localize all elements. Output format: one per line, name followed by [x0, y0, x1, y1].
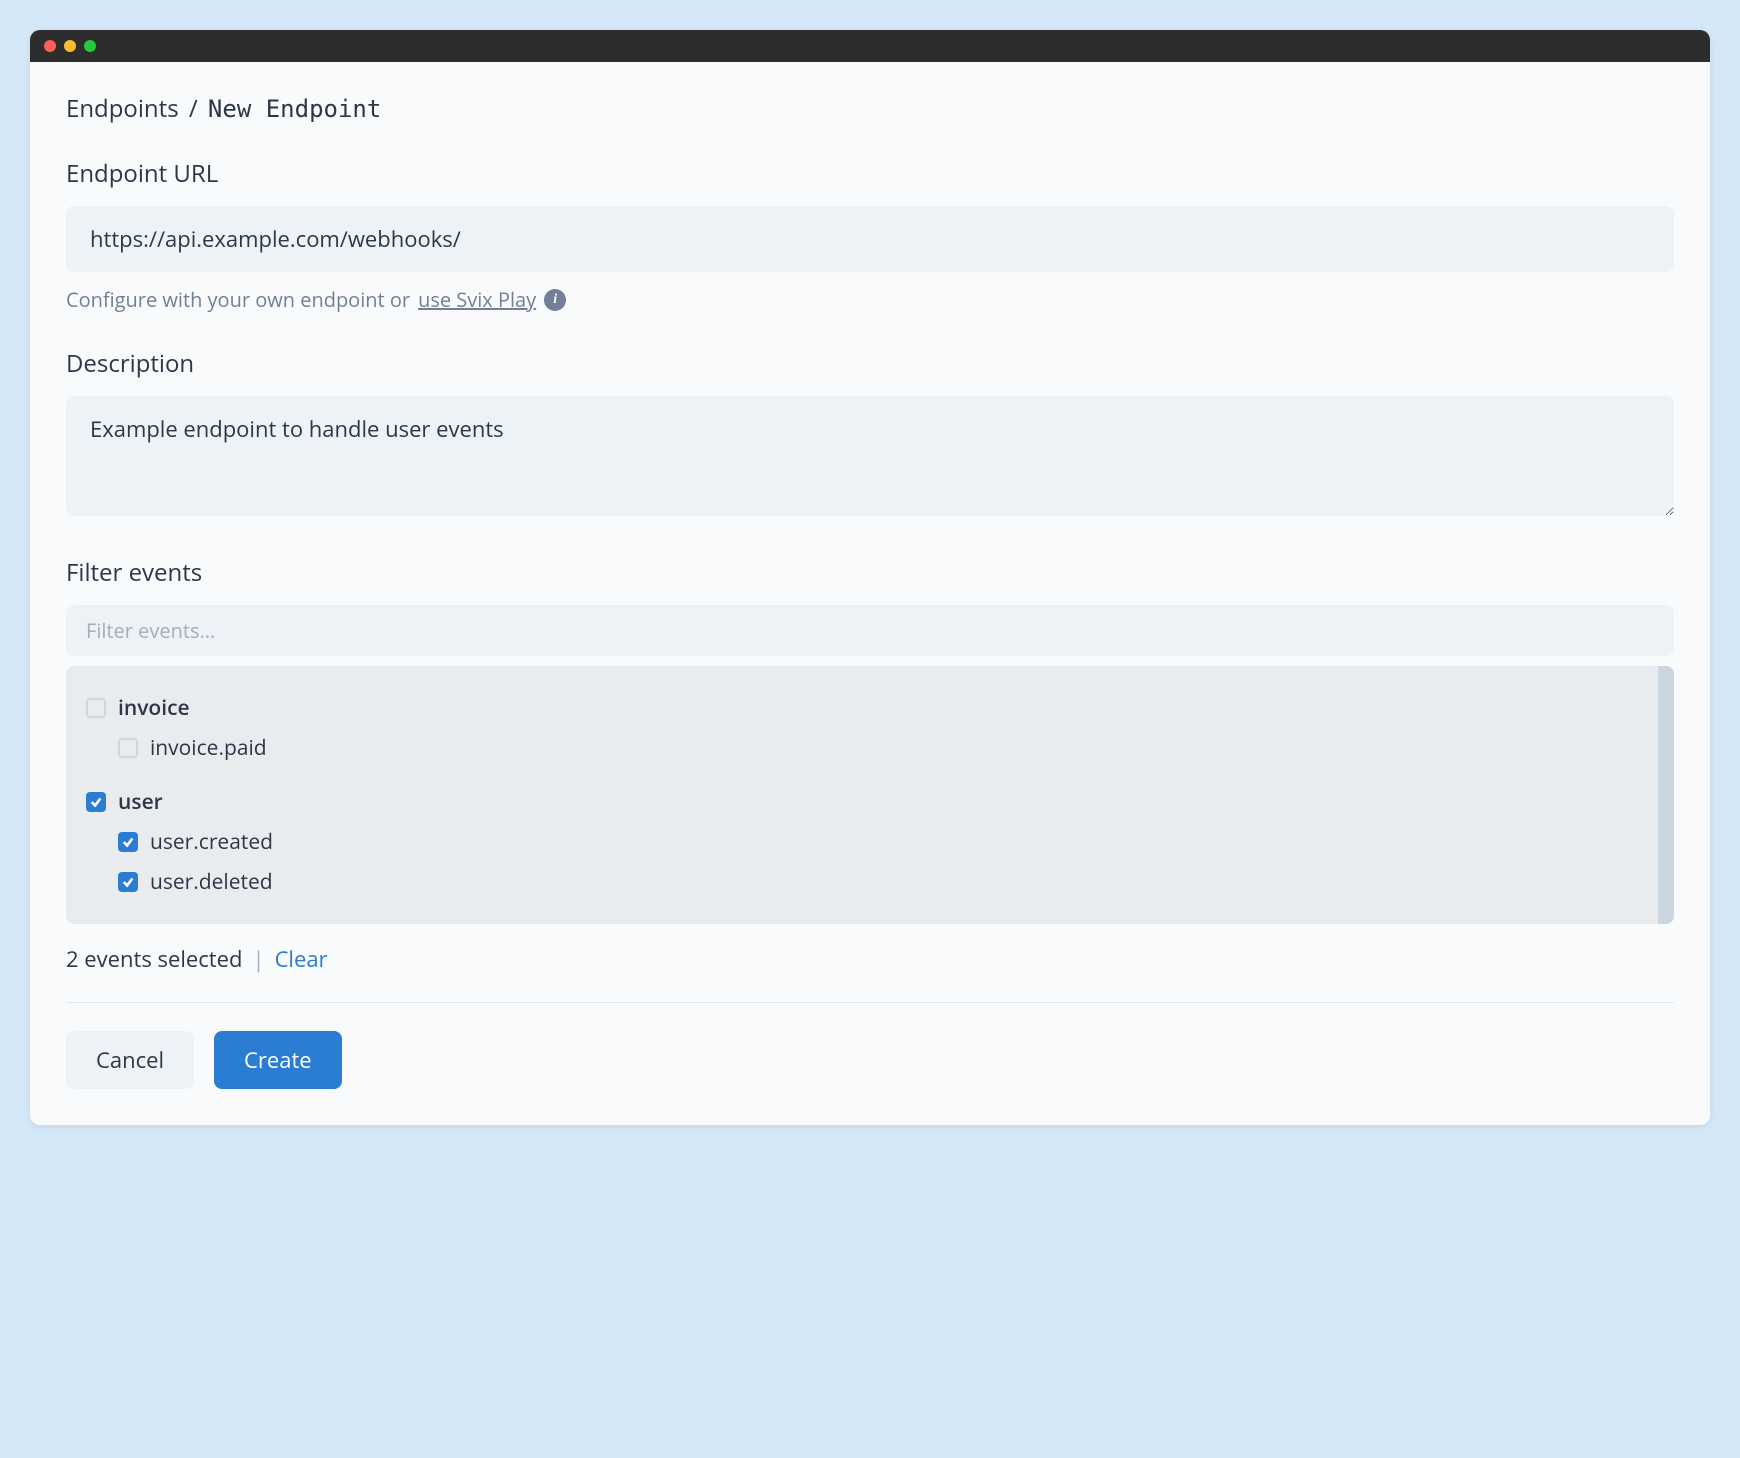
help-text-prefix: Configure with your own endpoint or	[66, 286, 410, 313]
endpoint-url-help: Configure with your own endpoint or use …	[66, 286, 1674, 313]
event-child-invoice-paid[interactable]: invoice.paid	[86, 728, 1654, 768]
checkbox-invoice[interactable]	[86, 698, 106, 718]
description-textarea[interactable]	[66, 396, 1674, 516]
endpoint-url-input[interactable]	[66, 206, 1674, 272]
svix-play-link[interactable]: use Svix Play	[418, 286, 536, 313]
event-label: invoice	[118, 694, 190, 722]
checkbox-user-deleted[interactable]	[118, 872, 138, 892]
event-label: user	[118, 788, 163, 816]
checkbox-invoice-paid[interactable]	[118, 738, 138, 758]
description-label: Description	[66, 347, 1674, 380]
event-label: user.deleted	[150, 868, 273, 896]
event-group-invoice: invoice invoice.paid	[86, 688, 1654, 768]
description-section: Description	[66, 347, 1674, 522]
divider	[66, 1002, 1674, 1003]
events-summary-row: 2 events selected | Clear	[66, 944, 1674, 974]
event-label: user.created	[150, 828, 273, 856]
filter-events-section: Filter events invoice invoice.paid	[66, 556, 1674, 974]
event-parent-invoice[interactable]: invoice	[86, 688, 1654, 728]
checkbox-user-created[interactable]	[118, 832, 138, 852]
event-child-user-created[interactable]: user.created	[86, 822, 1654, 862]
page-content: Endpoints / New Endpoint Endpoint URL Co…	[30, 62, 1710, 1125]
event-parent-user[interactable]: user	[86, 782, 1654, 822]
endpoint-url-section: Endpoint URL Configure with your own end…	[66, 157, 1674, 313]
breadcrumb: Endpoints / New Endpoint	[66, 92, 1674, 125]
cancel-button[interactable]: Cancel	[66, 1031, 194, 1089]
window-close-icon[interactable]	[44, 40, 56, 52]
event-child-user-deleted[interactable]: user.deleted	[86, 862, 1654, 902]
checkbox-user[interactable]	[86, 792, 106, 812]
endpoint-url-label: Endpoint URL	[66, 157, 1674, 190]
app-window: Endpoints / New Endpoint Endpoint URL Co…	[30, 30, 1710, 1125]
breadcrumb-separator: /	[189, 92, 198, 125]
window-minimize-icon[interactable]	[64, 40, 76, 52]
filter-events-input[interactable]	[66, 605, 1674, 656]
window-maximize-icon[interactable]	[84, 40, 96, 52]
filter-events-label: Filter events	[66, 556, 1674, 589]
event-label: invoice.paid	[150, 734, 267, 762]
breadcrumb-current: New Endpoint	[208, 95, 381, 123]
event-tree[interactable]: invoice invoice.paid user	[66, 666, 1674, 924]
breadcrumb-parent[interactable]: Endpoints	[66, 92, 179, 125]
event-group-user: user user.created user.deleted	[86, 782, 1654, 902]
summary-separator: |	[252, 944, 264, 974]
clear-selection-link[interactable]: Clear	[275, 944, 328, 974]
window-titlebar	[30, 30, 1710, 62]
create-button[interactable]: Create	[214, 1031, 342, 1089]
info-icon[interactable]: i	[544, 289, 566, 311]
events-selected-count: 2 events selected	[66, 944, 242, 974]
form-actions: Cancel Create	[66, 1031, 1674, 1089]
